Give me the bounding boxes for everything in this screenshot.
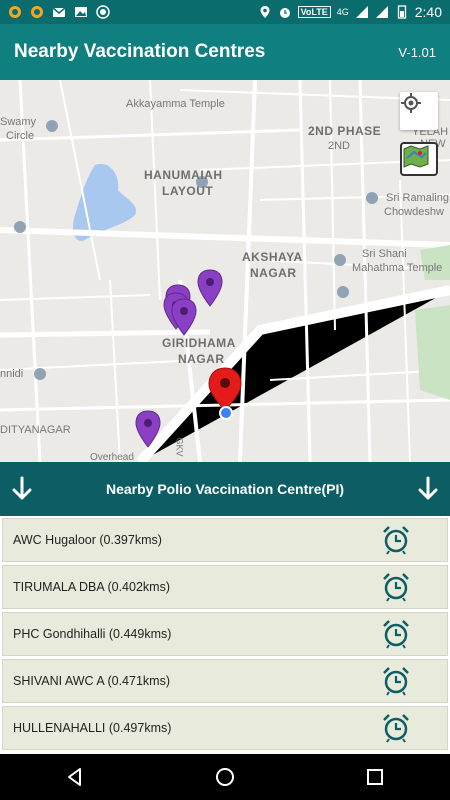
- map-label-chowdesh: Chowdeshw: [384, 206, 444, 218]
- map-label-nnidi: nnidi: [0, 368, 24, 380]
- map-type-button[interactable]: [400, 142, 438, 176]
- centre-name: AWC Hugaloor (0.397kms): [13, 533, 162, 547]
- map-view[interactable]: Akkayamma Temple Swamy Circle 2ND PHASE …: [0, 80, 450, 462]
- map-label-ditya: DITYANAGAR: [0, 424, 71, 436]
- list-header-title: Nearby Polio Vaccination Centre(PI): [105, 481, 345, 497]
- list-item[interactable]: SHIVANI AWC A (0.471kms): [2, 659, 448, 703]
- list-item[interactable]: HULLENAHALLI (0.497kms): [2, 706, 448, 750]
- signal-icon: [375, 6, 388, 18]
- alarm-icon: [279, 8, 290, 18]
- list-header: Nearby Polio Vaccination Centre(PI): [0, 462, 450, 516]
- centre-name: TIRUMALA DBA (0.402kms): [13, 580, 170, 594]
- signal-label: 4G: [336, 7, 349, 17]
- alarm-clock-icon[interactable]: [381, 666, 411, 696]
- centre-name: PHC Gondhihalli (0.449kms): [13, 627, 172, 641]
- map-label-giridhama: GIRIDHAMA: [162, 336, 236, 350]
- user-location-dot: [219, 406, 233, 420]
- alarm-clock-icon[interactable]: [381, 572, 411, 602]
- app-icon: [31, 6, 43, 18]
- alarm-clock-icon[interactable]: [381, 525, 411, 555]
- page-title: Nearby Vaccination Centres: [14, 41, 266, 62]
- map-label-swamy: Swamy: [0, 116, 37, 128]
- map-label-akkayamma: Akkayamma Temple: [126, 98, 225, 110]
- centre-name: SHIVANI AWC A (0.471kms): [13, 674, 170, 688]
- arrow-down-icon[interactable]: [8, 475, 36, 503]
- map-label-sri-ramaling: Sri Ramaling: [386, 192, 449, 204]
- list-item[interactable]: AWC Hugaloor (0.397kms): [2, 518, 448, 562]
- arrow-down-icon[interactable]: [414, 475, 442, 503]
- location-icon: [260, 6, 270, 18]
- back-icon[interactable]: [64, 766, 86, 788]
- map-label-hanumaiah: HANUMAIAH: [144, 168, 223, 182]
- map-label-layout: LAYOUT: [162, 184, 214, 198]
- image-icon: [75, 7, 87, 17]
- map-label-mahathma: Mahathma Temple: [352, 262, 443, 274]
- centre-list[interactable]: AWC Hugaloor (0.397kms) TIRUMALA DBA (0.…: [0, 516, 450, 754]
- map-label-akshaya: AKSHAYA: [242, 250, 303, 264]
- list-item[interactable]: PHC Gondhihalli (0.449kms): [2, 612, 448, 656]
- home-icon[interactable]: [214, 766, 236, 788]
- my-location-button[interactable]: [400, 92, 438, 130]
- map-layers-icon: [403, 145, 429, 168]
- map-label-sri-shani: Sri Shani: [362, 248, 407, 260]
- version-label: V-1.01: [398, 44, 436, 60]
- network-label: VoLTE: [297, 6, 331, 18]
- centre-pin[interactable]: [171, 298, 197, 336]
- app-bar: Nearby Vaccination Centres V-1.01: [0, 24, 450, 80]
- map-label-phase2b: 2ND: [328, 140, 351, 152]
- map-label-nagar2: NAGAR: [178, 352, 225, 366]
- crosshair-icon: [401, 93, 421, 113]
- gmail-icon: [52, 7, 66, 17]
- status-bar: VoLTE 4G 2:40: [0, 0, 450, 24]
- map-label-circle: Circle: [6, 130, 35, 142]
- signal-icon: [355, 6, 368, 18]
- system-nav-bar: [0, 754, 450, 800]
- map-label-gkvk: GKV: [174, 437, 185, 457]
- centre-pin[interactable]: [197, 269, 223, 307]
- app-icon: [9, 6, 21, 18]
- alarm-clock-icon[interactable]: [381, 619, 411, 649]
- record-icon: [96, 5, 110, 19]
- alarm-clock-icon[interactable]: [381, 713, 411, 743]
- recents-icon[interactable]: [364, 766, 386, 788]
- status-time: 2:40: [414, 4, 442, 20]
- list-item[interactable]: TIRUMALA DBA (0.402kms): [2, 565, 448, 609]
- map-label-overhead: Overhead: [90, 452, 134, 462]
- map-label-nagar: NAGAR: [250, 266, 297, 280]
- map-label-phase2: 2ND PHASE: [308, 124, 382, 138]
- battery-icon: [397, 5, 406, 19]
- centre-name: HULLENAHALLI (0.497kms): [13, 721, 172, 735]
